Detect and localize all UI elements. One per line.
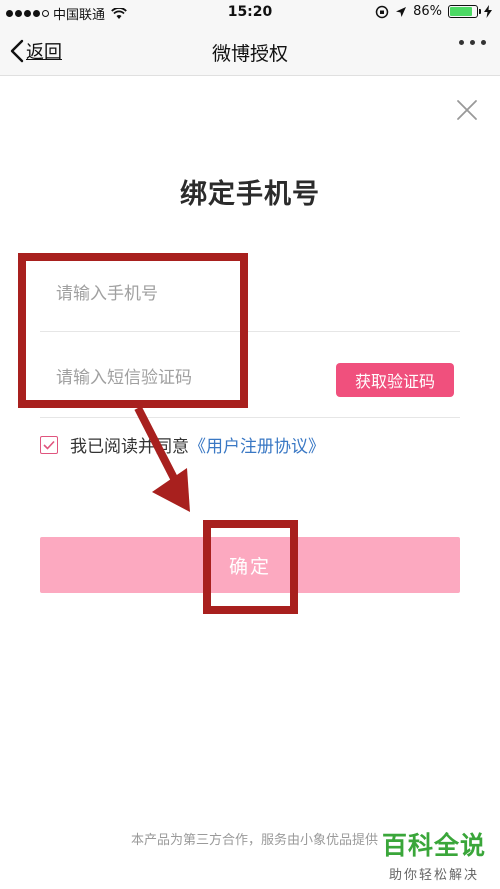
more-icon[interactable] [459, 40, 486, 45]
battery-percent: 86% [413, 4, 442, 19]
annotation-box-confirm [203, 520, 298, 614]
nav-title: 微博授权 [211, 43, 288, 65]
close-icon[interactable] [455, 98, 479, 122]
orientation-lock-icon [375, 5, 389, 18]
nav-bar: 返回 微博授权 [0, 26, 500, 76]
watermark-logo: 百科全说 助你轻松解决 [382, 826, 486, 883]
user-agreement-link[interactable]: 《用户注册协议》 [189, 432, 325, 457]
footer-text: 本产品为第三方合作，服务由小象优品提供 [130, 833, 378, 848]
agreement-row: 我已阅读并同意 《用户注册协议》 [40, 432, 325, 457]
agree-text: 我已阅读并同意 [70, 437, 189, 457]
agree-checkbox[interactable] [40, 435, 58, 454]
location-icon [396, 6, 407, 17]
page-title: 绑定手机号 [180, 179, 320, 210]
watermark-main: 百科全说 [381, 831, 486, 860]
battery-icon [448, 5, 481, 18]
annotation-box-inputs [18, 253, 248, 408]
status-right: 86% [375, 4, 492, 19]
get-code-button[interactable]: 获取验证码 [336, 363, 454, 397]
checkmark-icon [43, 440, 55, 450]
watermark-sub: 助你轻松解决 [388, 868, 479, 883]
charging-icon [484, 5, 492, 18]
status-bar: 中国联通 15:20 86% [0, 0, 500, 26]
battery-fill [450, 7, 473, 16]
